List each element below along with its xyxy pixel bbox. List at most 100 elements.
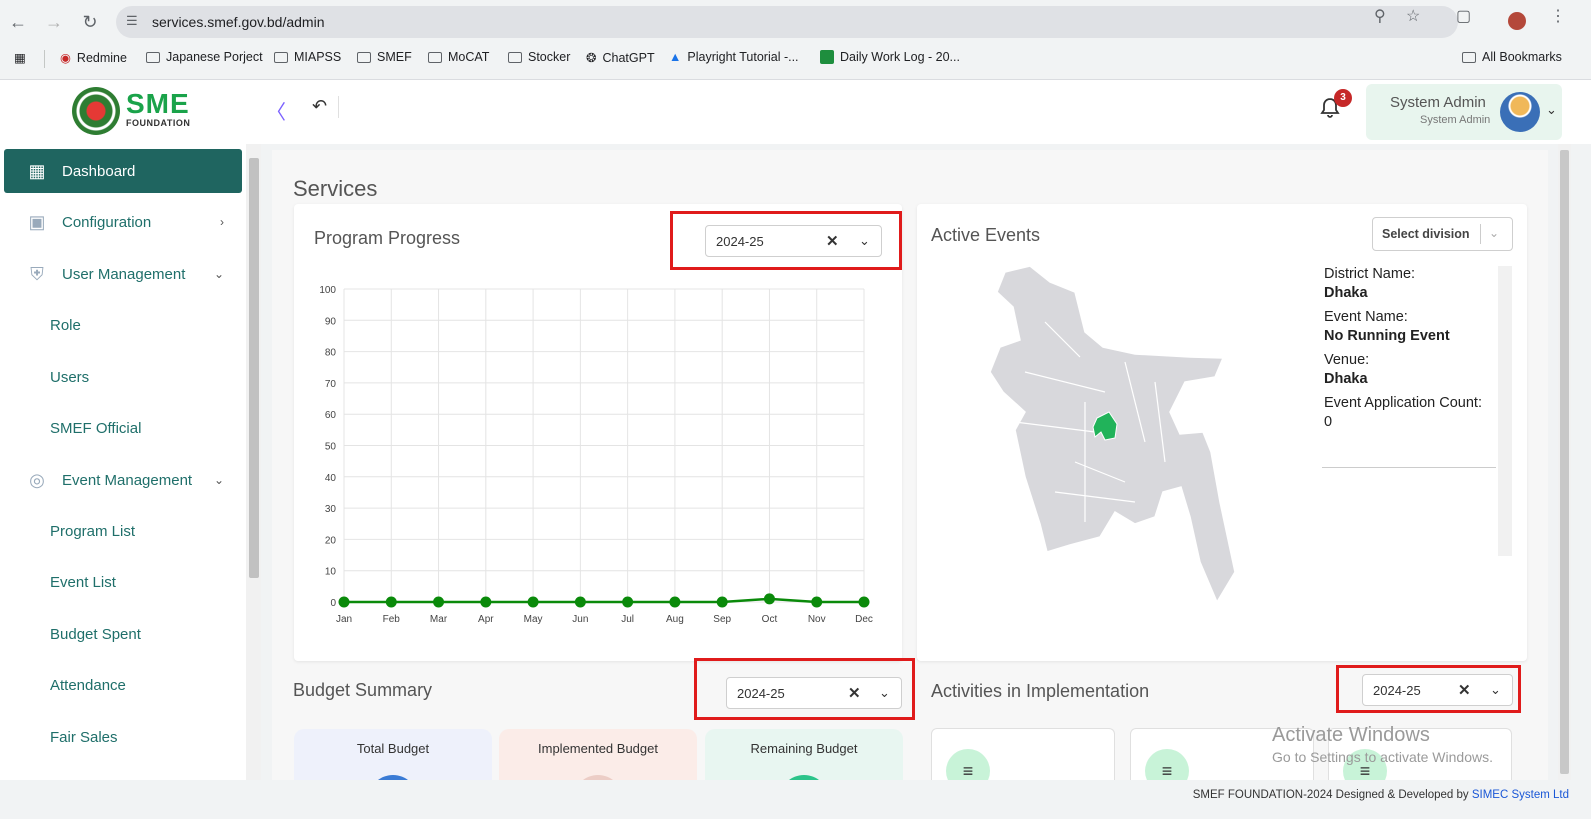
y-tick-label: 30: [325, 504, 337, 515]
address-bar[interactable]: ☰ services.smef.gov.bd/admin: [116, 6, 1458, 38]
bookmark-playright[interactable]: ▲ Playright Tutorial -...: [669, 50, 799, 64]
sidebar-item-label: Dashboard: [62, 162, 136, 180]
apps-icon[interactable]: ▦: [14, 50, 26, 65]
data-point[interactable]: [433, 596, 445, 608]
footer-text: SMEF FOUNDATION-2024 Designed & Develope…: [1192, 789, 1472, 801]
logo-text: SME: [126, 88, 190, 119]
sidebar-item-dashboard[interactable]: ▦ Dashboard: [4, 149, 242, 193]
chevron-down-icon[interactable]: ⌄: [1546, 102, 1557, 118]
sidebar-item-fair-sales[interactable]: Fair Sales: [50, 729, 118, 746]
data-point[interactable]: [622, 596, 634, 608]
sidebar-item-configuration[interactable]: ▣ Configuration ›: [4, 200, 242, 244]
watermark-line2: Go to Settings to activate Windows.: [1272, 749, 1493, 765]
x-tick-label: Aug: [666, 614, 684, 625]
division-select[interactable]: Select division ⌄: [1372, 217, 1513, 251]
x-tick-label: Dec: [855, 614, 873, 625]
sidebar-scrollbar-thumb[interactable]: [249, 158, 259, 578]
bookmark-daily-work-log[interactable]: Daily Work Log - 20...: [820, 50, 960, 64]
highlight-box: [670, 211, 902, 270]
user-role: System Admin: [1420, 114, 1491, 126]
site-info-icon[interactable]: ☰: [126, 13, 138, 29]
browser-chrome: ← → ↻ ☰ services.smef.gov.bd/admin ⚲ ☆ ▢…: [0, 0, 1591, 80]
event-name-label: Event Name:: [1324, 309, 1408, 325]
x-tick-label: Sep: [713, 614, 731, 625]
budget-summary-title: Budget Summary: [293, 680, 433, 700]
district-value: Dhaka: [1324, 285, 1368, 301]
sidebar-item-attendance[interactable]: Attendance: [50, 677, 126, 694]
data-point[interactable]: [338, 596, 350, 608]
y-tick-label: 70: [325, 379, 337, 390]
bookmark-separator: [44, 50, 45, 68]
page-title: Services: [293, 176, 378, 201]
active-events-title: Active Events: [931, 225, 1041, 245]
extensions-icon[interactable]: ▢: [1456, 6, 1471, 26]
forward-icon[interactable]: →: [42, 10, 66, 34]
sidebar-item-label: User Management: [62, 265, 186, 283]
highlight-box: [694, 658, 915, 720]
info-scrollbar[interactable]: [1498, 266, 1512, 556]
bookmark-chatgpt[interactable]: ❂ ChatGPT: [586, 50, 655, 66]
sidebar-collapse-icon[interactable]: 〈: [266, 96, 286, 125]
lock-icon: ◎: [29, 470, 45, 490]
chevron-right-icon: ›: [220, 215, 224, 229]
dashboard-grid-icon: ▦: [28, 161, 46, 181]
y-tick-label: 20: [325, 535, 337, 546]
data-point[interactable]: [811, 596, 823, 608]
program-progress-title: Program Progress: [314, 228, 461, 248]
all-bookmarks[interactable]: All Bookmarks: [1462, 50, 1562, 64]
activities-title: Activities in Implementation: [931, 681, 1150, 701]
data-point[interactable]: [574, 596, 586, 608]
y-tick-label: 50: [325, 442, 337, 453]
bookmark-mocat[interactable]: MoCAT: [428, 50, 489, 64]
data-point[interactable]: [858, 596, 870, 608]
sidebar-item-smef-official[interactable]: SMEF Official: [50, 420, 141, 437]
main-scrollbar-thumb[interactable]: [1560, 150, 1569, 774]
main-scrollbar[interactable]: [1558, 144, 1571, 780]
back-icon[interactable]: ←: [6, 10, 30, 34]
bookmark-redmine[interactable]: ◉ Redmine: [60, 50, 127, 66]
footer-link[interactable]: SIMEC System Ltd: [1472, 789, 1569, 801]
sidebar-item-users[interactable]: Users: [50, 369, 89, 386]
data-point[interactable]: [763, 593, 775, 605]
bookmark-star-icon[interactable]: ☆: [1406, 6, 1420, 26]
logo-subtext: FOUNDATION: [126, 118, 191, 128]
sidebar-item-budget-spent[interactable]: Budget Spent: [50, 626, 141, 643]
district-label: District Name:: [1324, 266, 1416, 282]
sidebar: ▦ Dashboard ▣ Configuration › ⛨ User Man…: [0, 144, 246, 780]
y-tick-label: 90: [325, 316, 337, 327]
menu-icon[interactable]: ⋮: [1550, 6, 1566, 26]
count-label: Event Application Count:: [1324, 395, 1482, 411]
smef-logo[interactable]: SME FOUNDATION: [126, 88, 191, 129]
profile-avatar[interactable]: [1508, 12, 1526, 30]
reload-icon[interactable]: ↻: [78, 10, 102, 34]
data-point[interactable]: [480, 596, 492, 608]
bookmark-miapss[interactable]: MIAPSS: [274, 50, 341, 64]
chevron-down-icon[interactable]: ⌄: [1489, 226, 1499, 240]
x-tick-label: Jul: [621, 614, 634, 625]
sidebar-item-user-management[interactable]: ⛨ User Management ⌄: [4, 252, 242, 296]
chevron-down-icon: ⌄: [213, 473, 224, 487]
bookmark-smef[interactable]: SMEF: [357, 50, 412, 64]
remaining-budget-label: Remaining Budget: [750, 741, 858, 756]
data-point[interactable]: [669, 596, 681, 608]
back-arrow-icon[interactable]: ↶: [312, 96, 327, 117]
bookmark-japanese-porject[interactable]: Japanese Porject: [146, 50, 263, 64]
sidebar-item-event-list[interactable]: Event List: [50, 574, 116, 591]
data-point[interactable]: [385, 596, 397, 608]
user-menu[interactable]: System Admin System Admin ⌄: [1366, 84, 1562, 140]
x-tick-label: Mar: [430, 614, 448, 625]
sidebar-item-role[interactable]: Role: [50, 317, 81, 334]
activity-card[interactable]: ≡: [931, 728, 1115, 793]
bangladesh-map[interactable]: [985, 262, 1240, 607]
data-point[interactable]: [716, 596, 728, 608]
data-point[interactable]: [527, 596, 539, 608]
count-value: 0: [1324, 414, 1333, 430]
y-tick-label: 80: [325, 348, 337, 359]
sidebar-item-event-management[interactable]: ◎ Event Management ⌄: [4, 458, 242, 502]
zoom-icon[interactable]: ⚲: [1374, 6, 1386, 26]
implemented-budget-label: Implemented Budget: [538, 741, 658, 756]
sidebar-item-program-list[interactable]: Program List: [50, 523, 135, 540]
bookmark-stocker[interactable]: Stocker: [508, 50, 570, 64]
venue-label: Venue:: [1324, 352, 1370, 368]
sidebar-item-label: Configuration: [62, 213, 152, 231]
